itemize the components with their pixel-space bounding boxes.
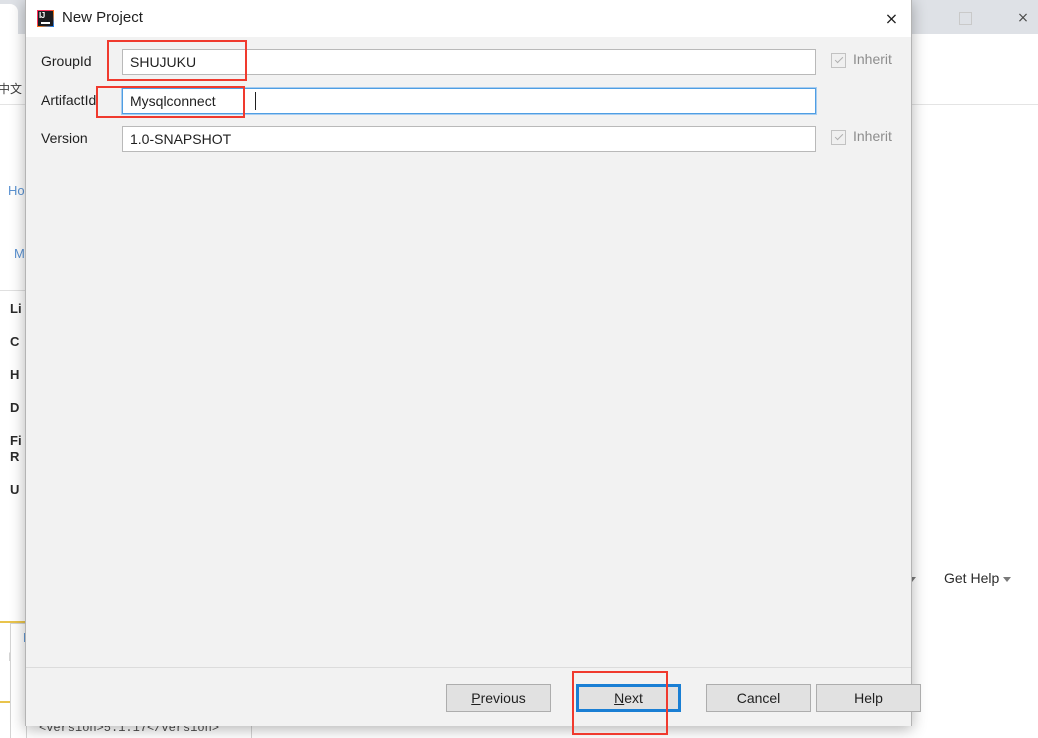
list-item[interactable]: D: [10, 400, 19, 415]
help-button[interactable]: Help: [816, 684, 921, 712]
get-help-label: Get Help: [944, 570, 1000, 586]
next-label-rest: ext: [624, 690, 643, 706]
list-item[interactable]: Li: [10, 301, 22, 316]
list-item[interactable]: Fi: [10, 433, 22, 448]
previous-label-rest: revious: [480, 690, 526, 706]
dialog-footer: Previous Next Cancel Help: [26, 667, 921, 726]
checkbox-checked-icon[interactable]: [831, 130, 846, 145]
cancel-button[interactable]: Cancel: [706, 684, 811, 712]
previous-button[interactable]: Previous: [446, 684, 551, 712]
groupid-label: GroupId: [41, 53, 92, 69]
next-button[interactable]: Next: [576, 684, 681, 712]
dialog-title: New Project: [62, 9, 143, 26]
bookmark-item[interactable]: 中文: [0, 80, 22, 97]
dialog-body: GroupId Inherit ArtifactId Version Inher…: [26, 37, 911, 667]
version-inherit-label: Inherit: [853, 128, 892, 144]
list-item[interactable]: H: [10, 367, 19, 382]
divider: [0, 290, 26, 291]
dialog-title-bar: New Project ×: [26, 0, 911, 37]
version-inherit-checkbox-group[interactable]: Inherit: [831, 128, 941, 150]
groupid-input[interactable]: [122, 49, 816, 75]
form-row-artifactid: ArtifactId: [26, 88, 911, 116]
list-item[interactable]: U: [10, 482, 19, 497]
intellij-idea-icon: [37, 10, 54, 27]
list-item[interactable]: R: [10, 449, 19, 464]
previous-mnemonic: P: [471, 690, 481, 706]
version-input[interactable]: [122, 126, 816, 152]
browser-tab[interactable]: ×: [0, 4, 18, 34]
next-mnemonic: N: [614, 690, 625, 706]
version-label: Version: [41, 130, 88, 146]
checkbox-checked-icon[interactable]: [831, 53, 846, 68]
window-close-button[interactable]: ×: [1008, 6, 1038, 30]
artifactid-input[interactable]: [122, 88, 816, 114]
list-item[interactable]: C: [10, 334, 19, 349]
artifactid-label: ArtifactId: [41, 92, 97, 108]
nav-link-maven[interactable]: M: [14, 246, 25, 261]
window-maximize-button[interactable]: [950, 6, 980, 30]
form-row-version: Version Inherit: [26, 126, 911, 154]
groupid-inherit-checkbox-group[interactable]: Inherit: [831, 51, 941, 73]
maximize-icon: [958, 11, 972, 25]
nav-link-home[interactable]: Ho: [8, 183, 25, 198]
dialog-close-icon[interactable]: ×: [872, 0, 911, 37]
text-caret: [255, 92, 256, 110]
groupid-inherit-label: Inherit: [853, 51, 892, 67]
new-project-dialog: New Project × GroupId Inherit ArtifactId…: [25, 0, 921, 726]
get-help-button[interactable]: Get Help: [944, 570, 1012, 586]
form-row-groupid: GroupId Inherit: [26, 49, 911, 77]
chevron-down-icon: [1003, 576, 1012, 582]
